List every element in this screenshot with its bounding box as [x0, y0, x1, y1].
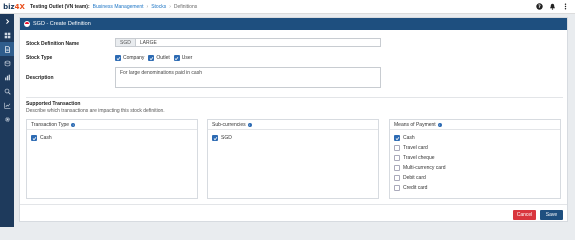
breadcrumb-definitions: Definitions — [173, 3, 198, 10]
stock-type-label: Stock Type — [26, 55, 53, 61]
breadcrumb: Testing Outlet (VN team): Business Manag… — [30, 4, 197, 10]
stock-type-company[interactable]: Company — [115, 55, 144, 61]
svg-text:?: ? — [538, 4, 541, 10]
transaction-type-header: Transaction Type i — [27, 120, 197, 130]
means-of-payment-header: Means of Payment i — [390, 120, 560, 130]
description-textarea[interactable]: For large denominations paid in cash — [115, 67, 381, 88]
outlet-name: Testing Outlet (VN team): — [30, 3, 90, 10]
sidebar-item-search[interactable] — [0, 84, 14, 98]
stock-type-options: Company Outlet User — [115, 55, 196, 61]
help-icon[interactable]: ? — [536, 3, 543, 10]
breadcrumb-separator: › — [169, 3, 171, 10]
payment-credit-card[interactable]: Credit card — [394, 183, 556, 193]
description-row: Description — [26, 75, 116, 81]
checkbox-unchecked-icon — [394, 165, 400, 171]
checkbox-unchecked-icon — [394, 175, 400, 181]
payment-travel-cheque[interactable]: Travel cheque — [394, 153, 556, 163]
currency-prefix: SGD — [116, 39, 136, 46]
sidebar-item-settings[interactable] — [0, 112, 14, 126]
checkbox-unchecked-icon — [394, 145, 400, 151]
document-icon — [4, 45, 10, 53]
sidebar-item-dashboard[interactable] — [0, 28, 14, 42]
singapore-flag-icon — [24, 21, 30, 27]
chart-bars-icon — [4, 74, 10, 80]
info-icon[interactable]: i — [247, 122, 252, 127]
sidebar-item-reports[interactable] — [0, 70, 14, 84]
stock-type-user[interactable]: User — [173, 55, 192, 61]
footer-divider — [20, 204, 567, 205]
more-icon[interactable] — [562, 3, 569, 10]
payment-cash[interactable]: Cash — [394, 133, 556, 143]
sidebar-item-coins[interactable] — [0, 56, 14, 70]
means-of-payment-box: Means of Payment i Cash Travel card Trav… — [389, 119, 561, 199]
transaction-type-box: Transaction Type i Cash — [26, 119, 198, 199]
stock-name-row: Stock Definition Name — [26, 41, 116, 47]
description-label: Description — [26, 75, 54, 81]
checkbox-unchecked-icon — [394, 185, 400, 191]
payment-travel-card[interactable]: Travel card — [394, 143, 556, 153]
sidebar-toggle[interactable] — [0, 14, 14, 28]
coins-icon — [4, 60, 10, 66]
sub-currency-sgd[interactable]: SGD — [212, 133, 374, 143]
stock-type-outlet[interactable]: Outlet — [148, 55, 170, 61]
settings-icon — [4, 116, 10, 122]
supported-transaction-title: Supported Transaction — [26, 101, 81, 107]
checkbox-checked-icon — [31, 135, 37, 141]
info-icon[interactable]: i — [437, 122, 442, 127]
sub-currencies-header: Sub-currencies i — [208, 120, 378, 130]
panel-header: SGD - Create Definition — [20, 18, 567, 30]
breadcrumb-separator: › — [146, 3, 149, 10]
line-chart-icon — [3, 102, 10, 109]
checkbox-checked-icon — [212, 135, 218, 141]
search-doc-icon — [4, 88, 11, 95]
breadcrumb-stocks[interactable]: Stocks — [151, 4, 166, 10]
transaction-type-cash[interactable]: Cash — [31, 133, 193, 143]
dashboard-icon — [4, 32, 10, 38]
stock-name-value: LARGE — [139, 39, 157, 46]
save-button[interactable]: Save — [540, 210, 563, 220]
app-logo[interactable]: biz 4X — [3, 1, 25, 13]
chevron-right-icon — [5, 18, 9, 24]
checkbox-checked-icon — [173, 55, 180, 61]
sub-currencies-box: Sub-currencies i SGD — [207, 119, 379, 199]
checkbox-checked-icon — [394, 135, 400, 141]
breadcrumb-business-management[interactable]: Business Management — [93, 4, 144, 10]
stock-type-row: Stock Type — [26, 55, 116, 61]
divider — [26, 97, 563, 98]
top-bar: biz 4X Testing Outlet (VN team): Business… — [0, 0, 575, 14]
checkbox-checked-icon — [148, 55, 155, 61]
create-definition-panel: SGD - Create Definition Stock Definition… — [19, 17, 568, 222]
cancel-button[interactable]: Cancel — [513, 210, 536, 220]
payment-multi-currency-card[interactable]: Multi-currency card — [394, 163, 556, 173]
panel-title: SGD - Create Definition — [33, 21, 91, 27]
checkbox-checked-icon — [115, 55, 121, 61]
sidebar-item-documents[interactable] — [0, 42, 14, 56]
checkbox-unchecked-icon — [394, 155, 400, 161]
stock-name-input[interactable]: SGD LARGE — [115, 38, 381, 47]
payment-debit-card[interactable]: Debit card — [394, 173, 556, 183]
bell-icon[interactable] — [549, 3, 556, 10]
sidebar-item-analytics[interactable] — [0, 98, 14, 112]
supported-transaction-desc: Describe which transactions are impactin… — [26, 108, 165, 114]
sidebar — [0, 14, 14, 227]
info-icon[interactable]: i — [71, 122, 76, 127]
stock-name-label: Stock Definition Name — [26, 41, 80, 47]
